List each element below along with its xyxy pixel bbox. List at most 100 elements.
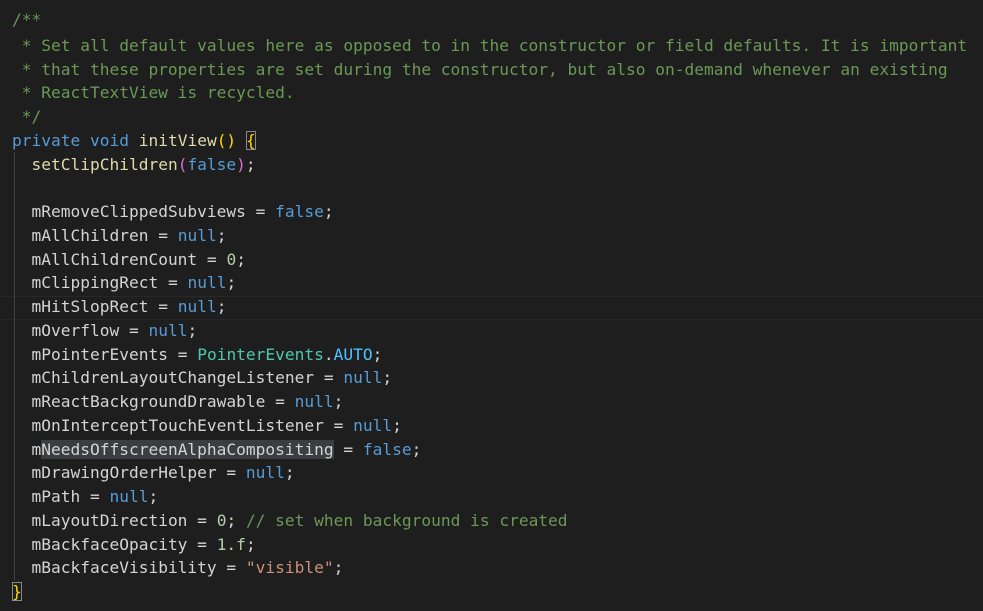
code-line-1: /**: [12, 10, 42, 29]
code-line-13: mHitSlopRect = null;: [12, 295, 227, 319]
semicolon: ;: [187, 321, 198, 340]
code-line-21: mPath = null;: [12, 485, 159, 509]
operator: =: [167, 345, 198, 364]
dot: .: [323, 345, 334, 364]
var-name: mRemoveClippedSubviews: [31, 202, 246, 221]
semicolon: ;: [148, 487, 159, 506]
semicolon: ;: [236, 250, 246, 269]
value: 0: [226, 250, 237, 269]
inline-comment: // set when background is created: [245, 511, 568, 530]
code-line-3: * that these properties are set during t…: [12, 60, 948, 79]
operator: =: [148, 226, 178, 245]
semicolon: ;: [372, 345, 383, 364]
arg-value: false: [187, 155, 237, 174]
var-name: mPath: [31, 487, 81, 506]
code-line-23: mBackfaceOpacity = 1.f;: [12, 533, 256, 557]
value: null: [177, 297, 217, 316]
var-name: mOverflow: [31, 321, 120, 340]
semicolon: ;: [216, 297, 227, 316]
code-line-4: * ReactTextView is recycled.: [12, 83, 295, 102]
value: null: [294, 392, 334, 411]
keyword-void: void: [89, 131, 129, 150]
code-line-25: }: [12, 580, 22, 604]
code-line-16: mChildrenLayoutChangeListener = null;: [12, 366, 393, 390]
semicolon: ;: [245, 535, 256, 554]
code-line-9: mRemoveClippedSubviews = false;: [12, 200, 334, 224]
var-name: mClippingRect: [31, 273, 159, 292]
code-line-22: mLayoutDirection = 0; // set when backgr…: [12, 509, 568, 533]
var-name: mHitSlopRect: [31, 297, 149, 316]
operator: =: [333, 440, 363, 459]
code-line-24: mBackfaceVisibility = "visible";: [12, 556, 344, 580]
semicolon: ;: [245, 155, 256, 174]
var-prefix: m: [31, 440, 42, 459]
keyword-private: private: [12, 131, 81, 150]
operator: =: [323, 416, 354, 435]
semicolon: ;: [226, 511, 246, 530]
value: null: [343, 368, 383, 387]
code-line-2: * Set all default values here as opposed…: [12, 36, 968, 55]
semicolon: ;: [333, 392, 344, 411]
semicolon: ;: [392, 416, 402, 435]
value: null: [245, 463, 285, 482]
code-line-5: */: [12, 107, 42, 126]
paren-close: ): [236, 155, 246, 174]
var-name: mReactBackgroundDrawable: [31, 392, 266, 411]
code-line-20: mDrawingOrderHelper = null;: [12, 461, 295, 485]
code-line-10: mAllChildren = null;: [12, 224, 227, 248]
class-name: PointerEvents: [197, 345, 324, 364]
string-value: "visible": [245, 558, 334, 577]
var-name: mAllChildren: [31, 226, 149, 245]
operator: =: [187, 511, 217, 530]
var-name: mChildrenLayoutChangeListener: [31, 368, 315, 387]
operator: =: [197, 250, 227, 269]
var-name: mLayoutDirection: [31, 511, 188, 530]
semicolon: ;: [323, 202, 334, 221]
semicolon: ;: [411, 440, 422, 459]
code-line-11: mAllChildrenCount = 0;: [12, 248, 246, 272]
semicolon: ;: [226, 273, 237, 292]
var-name: mOnInterceptTouchEventListener: [31, 416, 324, 435]
selected-text[interactable]: NeedsOffscreenAlphaCompositing: [41, 440, 334, 459]
value: 1.f: [216, 535, 246, 554]
code-line-6: private void initView() {: [12, 129, 256, 153]
operator: =: [158, 273, 188, 292]
var-name: mAllChildrenCount: [31, 250, 198, 269]
open-brace: {: [245, 131, 256, 150]
code-editor[interactable]: /** * Set all default values here as opp…: [0, 0, 983, 611]
call-name: setClipChildren: [31, 155, 178, 174]
value: null: [353, 416, 393, 435]
value: null: [177, 226, 217, 245]
code-line-15: mPointerEvents = PointerEvents.AUTO;: [12, 343, 383, 367]
operator: =: [148, 297, 178, 316]
value: 0: [216, 511, 227, 530]
var-name: mDrawingOrderHelper: [31, 463, 217, 482]
enum-member: AUTO: [333, 345, 373, 364]
semicolon: ;: [216, 226, 227, 245]
var-name: mPointerEvents: [31, 345, 168, 364]
operator: =: [216, 558, 246, 577]
semicolon: ;: [284, 463, 295, 482]
operator: =: [245, 202, 276, 221]
semicolon: ;: [382, 368, 393, 387]
value: null: [187, 273, 227, 292]
operator: =: [314, 368, 344, 387]
var-name: mBackfaceVisibility: [31, 558, 217, 577]
operator: =: [119, 321, 149, 340]
code-line-7: setClipChildren(false);: [12, 153, 256, 177]
operator: =: [80, 487, 110, 506]
